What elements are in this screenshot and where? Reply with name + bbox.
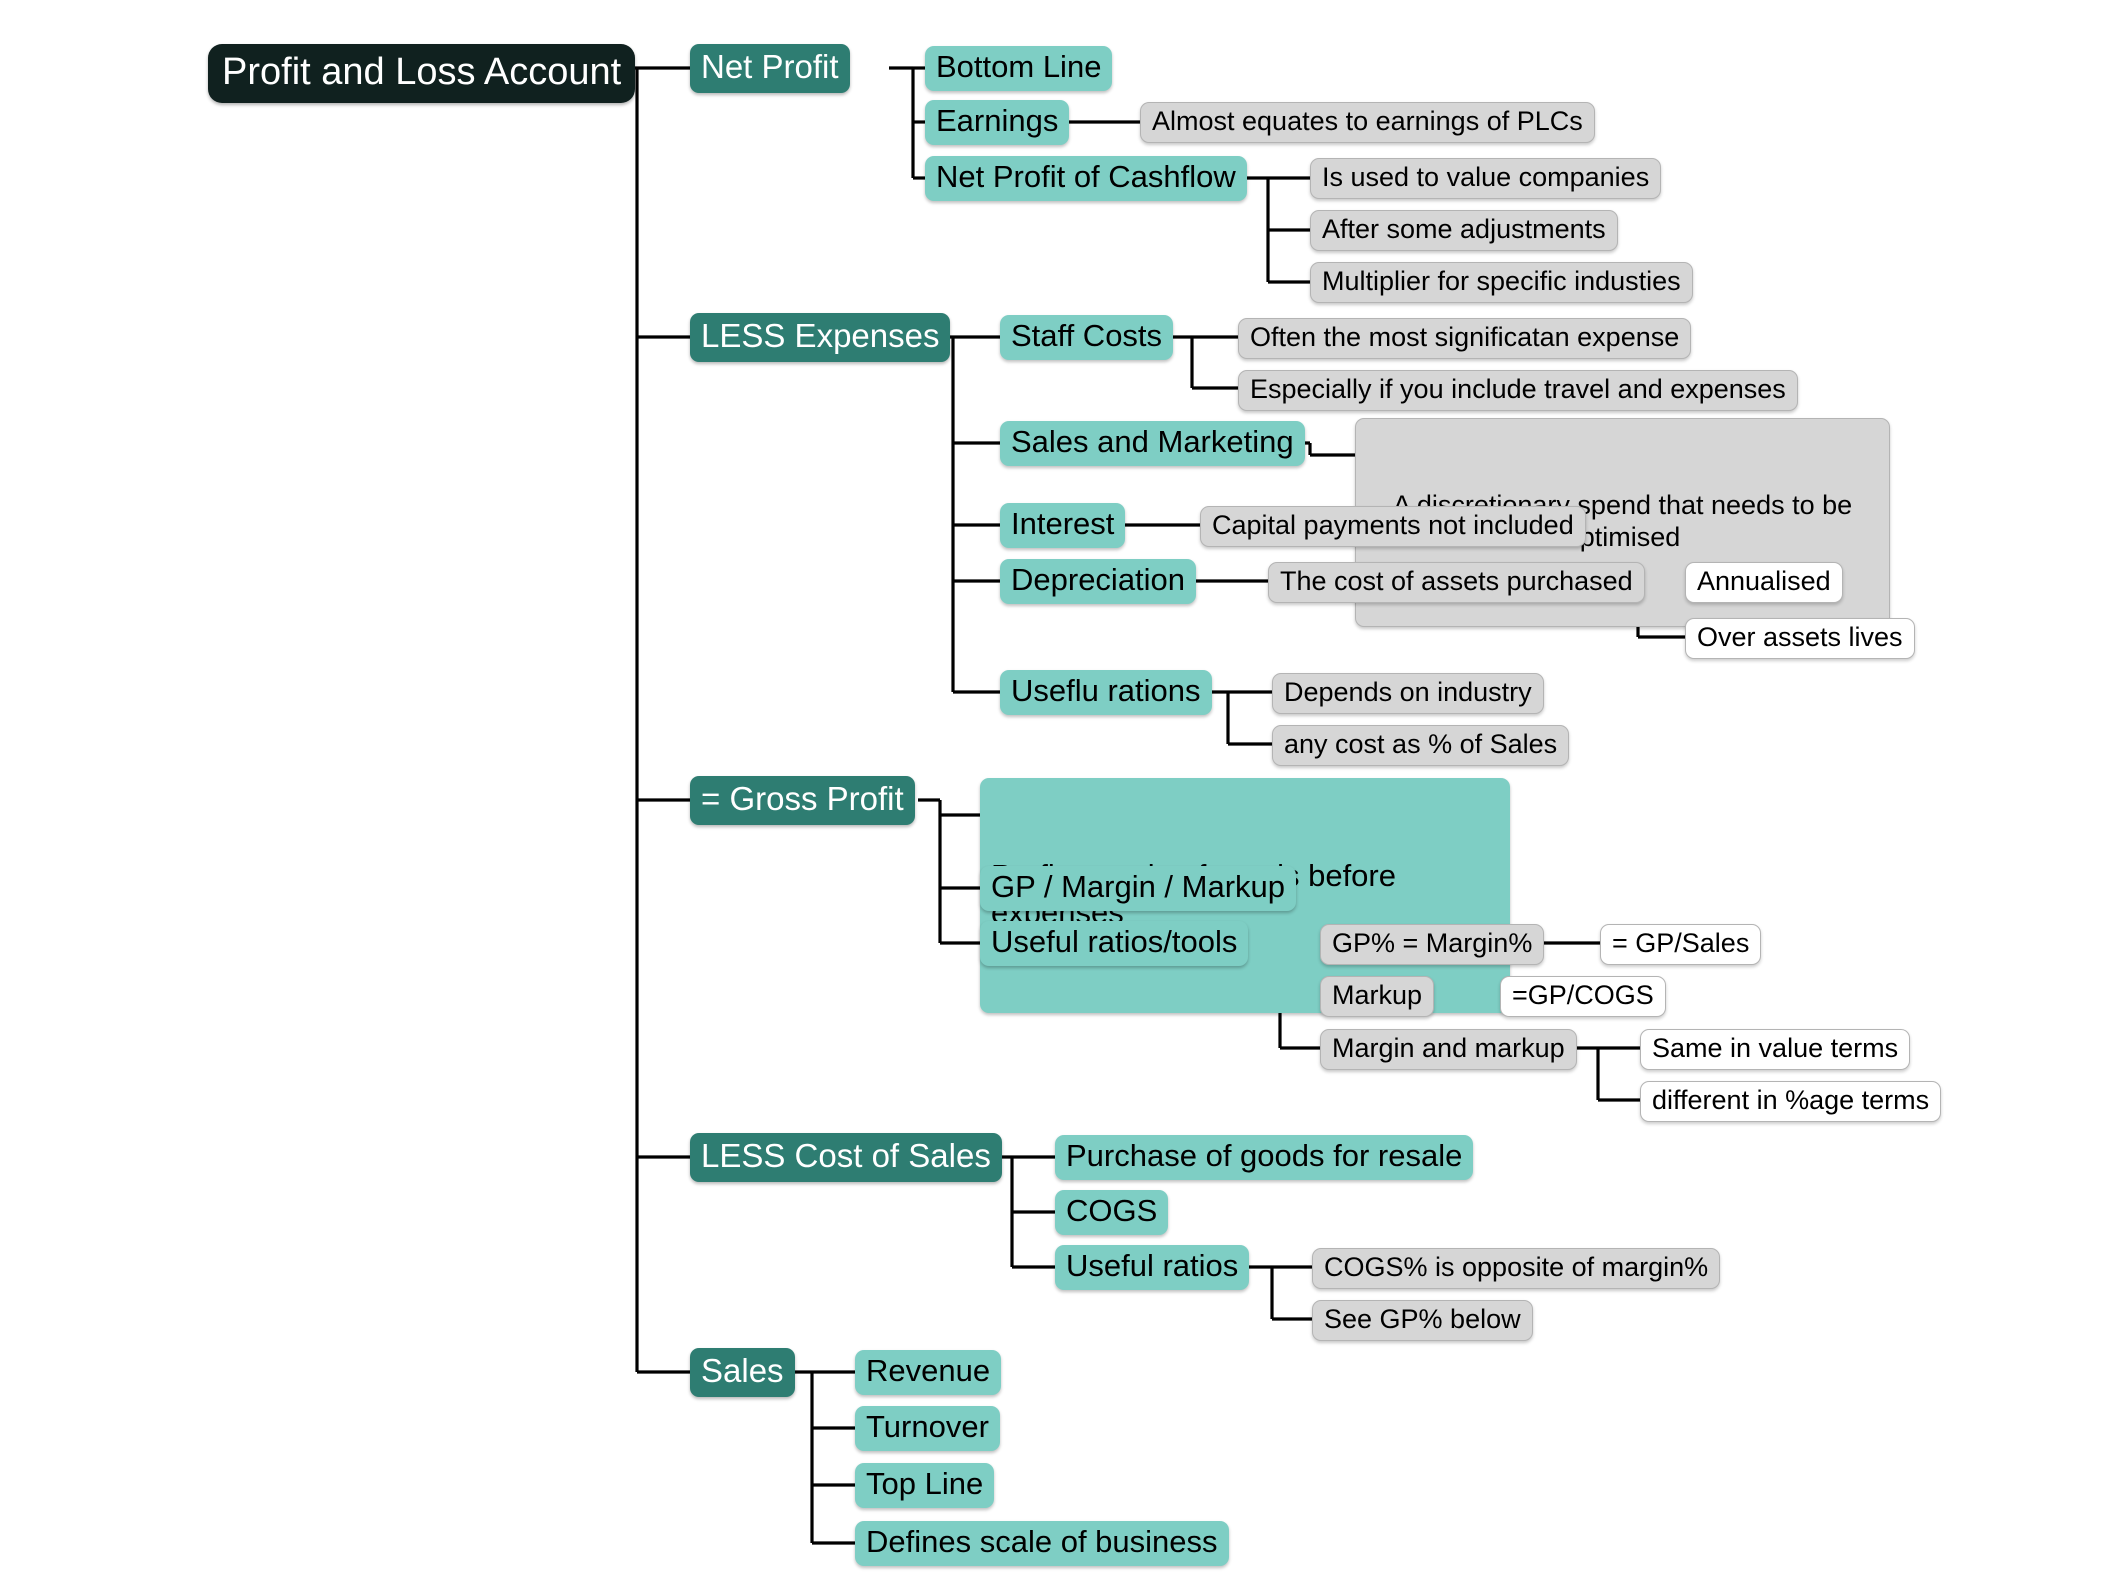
node-label-bottom-line: Bottom Line (936, 49, 1102, 84)
node-almost-equates-to-earnings-of-plcs[interactable]: Almost equates to earnings of PLCs (1140, 102, 1595, 143)
node-label-margin-and-markup: Margin and markup (1332, 1033, 1565, 1063)
node-label-cost-of-assets: The cost of assets purchased (1280, 566, 1633, 596)
node-revenue[interactable]: Revenue (855, 1350, 1002, 1395)
node-equals-gp-over-cogs[interactable]: =GP/COGS (1500, 976, 1666, 1017)
node-depreciation[interactable]: Depreciation (1000, 559, 1197, 604)
node-label-earnings: Earnings (936, 103, 1059, 138)
node-label-same-value-terms: Same in value terms (1652, 1033, 1899, 1063)
node-label-interest: Interest (1011, 506, 1115, 541)
node-label-especially-travel: Especially if you include travel and exp… (1250, 374, 1786, 404)
node-label-gp-margin-markup: GP / Margin / Markup (991, 869, 1286, 904)
node-label-sales-and-marketing: Sales and Marketing (1011, 424, 1294, 459)
node-turnover[interactable]: Turnover (855, 1406, 1000, 1451)
node-staff-costs[interactable]: Staff Costs (1000, 315, 1174, 360)
node-after-some-adjustments[interactable]: After some adjustments (1310, 210, 1618, 251)
node-label-gp-over-cogs: =GP/COGS (1512, 980, 1654, 1010)
node-different-in-percentage-terms[interactable]: different in %age terms (1640, 1081, 1942, 1122)
node-label-staff-costs: Staff Costs (1011, 318, 1163, 353)
node-especially-if-you-include-travel-and-expenses[interactable]: Especially if you include travel and exp… (1238, 370, 1798, 411)
node-label-often-significant: Often the most significatan expense (1250, 322, 1680, 352)
root-node-label: Profit and Loss Account (222, 51, 622, 93)
node-label-markup: Markup (1332, 980, 1423, 1010)
node-label-gp-margin-pct: GP% = Margin% (1332, 928, 1533, 958)
branch-label-gross-profit: = Gross Profit (701, 780, 904, 817)
node-is-used-to-value-companies[interactable]: Is used to value companies (1310, 158, 1662, 199)
node-gp-margin-markup[interactable]: GP / Margin / Markup (980, 866, 1297, 911)
node-net-profit-of-cashflow[interactable]: Net Profit of Cashflow (925, 156, 1247, 201)
node-label-cogs: COGS (1066, 1193, 1158, 1228)
node-label-useful-ratios-tools: Useful ratios/tools (991, 924, 1238, 959)
node-label-revenue: Revenue (866, 1353, 991, 1388)
node-equals-gp-over-sales[interactable]: = GP/Sales (1600, 924, 1762, 965)
node-useful-ratios-tools[interactable]: Useful ratios/tools (980, 921, 1249, 966)
node-same-in-value-terms[interactable]: Same in value terms (1640, 1029, 1911, 1070)
node-label-top-line: Top Line (866, 1466, 984, 1501)
node-label-useful-ratios: Useful ratios (1066, 1248, 1239, 1283)
node-annualised[interactable]: Annualised (1685, 562, 1843, 603)
node-label-defines-scale: Defines scale of business (866, 1524, 1218, 1559)
node-label-see-gp-below: See GP% below (1324, 1304, 1521, 1334)
node-cogs[interactable]: COGS (1055, 1190, 1169, 1235)
branch-label-sales: Sales (701, 1352, 784, 1389)
node-label-annualised: Annualised (1697, 566, 1831, 596)
node-the-cost-of-assets-purchased[interactable]: The cost of assets purchased (1268, 562, 1645, 603)
node-capital-payments-not-included[interactable]: Capital payments not included (1200, 506, 1586, 547)
node-useful-ratios[interactable]: Useful ratios (1055, 1245, 1250, 1290)
node-sales-and-marketing[interactable]: Sales and Marketing (1000, 421, 1305, 466)
node-label-gp-over-sales: = GP/Sales (1612, 928, 1750, 958)
node-markup[interactable]: Markup (1320, 976, 1435, 1017)
node-label-over-assets-lives: Over assets lives (1697, 622, 1903, 652)
node-label-turnover: Turnover (866, 1409, 989, 1444)
branch-label-net-profit: Net Profit (701, 48, 839, 85)
node-gp-percent-equals-margin-percent[interactable]: GP% = Margin% (1320, 924, 1545, 965)
node-multiplier-for-specific-industies[interactable]: Multiplier for specific industies (1310, 262, 1693, 303)
node-label-any-cost: any cost as % of Sales (1284, 729, 1558, 759)
branch-node-sales[interactable]: Sales (690, 1348, 795, 1397)
node-over-assets-lives[interactable]: Over assets lives (1685, 618, 1915, 659)
node-label-purchase-of-goods: Purchase of goods for resale (1066, 1138, 1463, 1173)
node-purchase-of-goods-for-resale[interactable]: Purchase of goods for resale (1055, 1135, 1474, 1180)
node-label-different-pct-terms: different in %age terms (1652, 1085, 1930, 1115)
node-defines-scale-of-business[interactable]: Defines scale of business (855, 1521, 1229, 1566)
node-interest[interactable]: Interest (1000, 503, 1126, 548)
branch-node-net-profit[interactable]: Net Profit (690, 44, 850, 93)
node-label-after-adjustments: After some adjustments (1322, 214, 1606, 244)
node-useflu-rations[interactable]: Useflu rations (1000, 670, 1212, 715)
node-label-depends-on-industry: Depends on industry (1284, 677, 1532, 707)
node-label-capital-payments: Capital payments not included (1212, 510, 1574, 540)
branch-node-less-cost-of-sales[interactable]: LESS Cost of Sales (690, 1133, 1002, 1182)
node-label-cogs-opposite: COGS% is opposite of margin% (1324, 1252, 1709, 1282)
node-depends-on-industry[interactable]: Depends on industry (1272, 673, 1544, 714)
node-margin-and-markup[interactable]: Margin and markup (1320, 1029, 1577, 1070)
node-label-useflu-rations: Useflu rations (1011, 673, 1201, 708)
node-often-the-most-significatan-expense[interactable]: Often the most significatan expense (1238, 318, 1692, 359)
node-label-multiplier: Multiplier for specific industies (1322, 266, 1681, 296)
node-top-line[interactable]: Top Line (855, 1463, 995, 1508)
node-label-depreciation: Depreciation (1011, 562, 1186, 597)
node-earnings[interactable]: Earnings (925, 100, 1070, 145)
node-any-cost-as-percent-of-sales[interactable]: any cost as % of Sales (1272, 725, 1570, 766)
node-label-almost-equates: Almost equates to earnings of PLCs (1152, 106, 1583, 136)
node-bottom-line[interactable]: Bottom Line (925, 46, 1113, 91)
node-cogs-percent-is-opposite-of-margin-percent[interactable]: COGS% is opposite of margin% (1312, 1248, 1721, 1289)
branch-node-gross-profit[interactable]: = Gross Profit (690, 776, 915, 825)
node-see-gp-percent-below[interactable]: See GP% below (1312, 1300, 1533, 1341)
root-node-profit-and-loss-account[interactable]: Profit and Loss Account (208, 44, 636, 103)
branch-node-less-expenses[interactable]: LESS Expenses (690, 313, 951, 362)
node-label-value-companies: Is used to value companies (1322, 162, 1650, 192)
mindmap-canvas: Profit and Loss Account Net Profit Botto… (0, 0, 2112, 1584)
branch-label-less-cost-of-sales: LESS Cost of Sales (701, 1137, 991, 1174)
node-label-net-profit-of-cashflow: Net Profit of Cashflow (936, 159, 1236, 194)
branch-label-less-expenses: LESS Expenses (701, 317, 940, 354)
